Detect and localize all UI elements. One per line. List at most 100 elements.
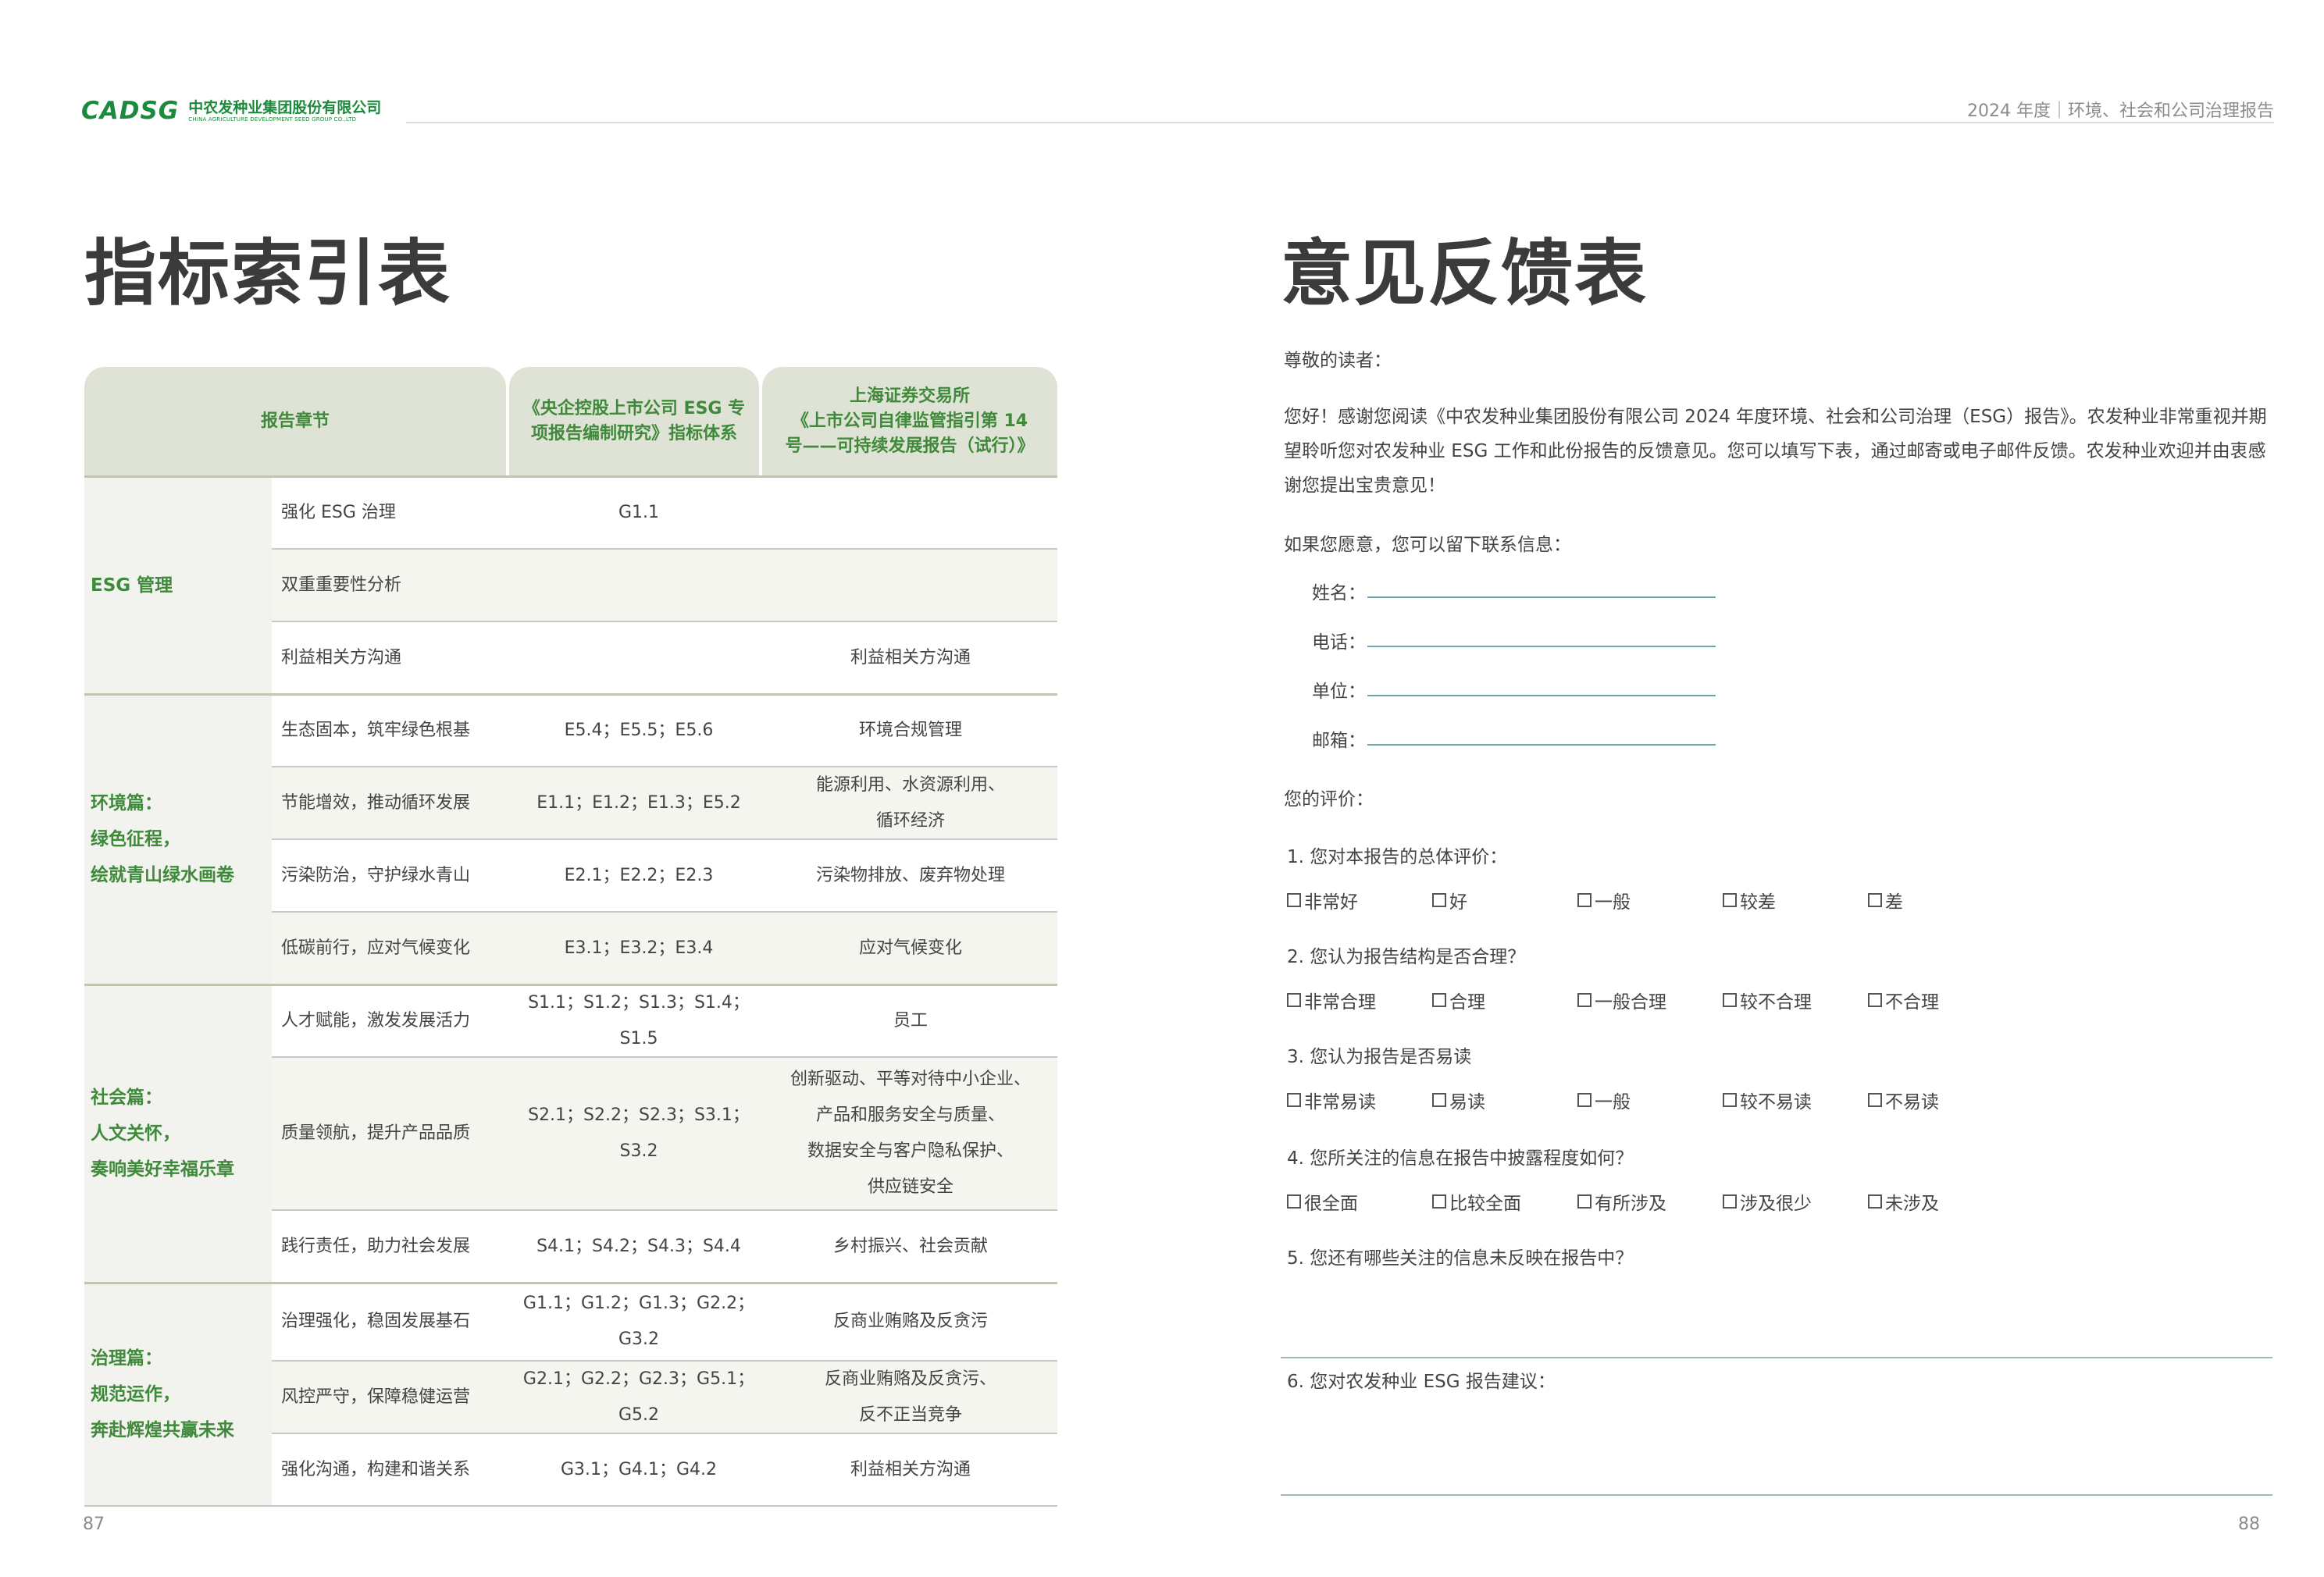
section-divider xyxy=(84,984,1057,986)
section-label-line: 奔赴辉煌共赢未来 xyxy=(91,1420,234,1440)
option-checkbox[interactable]: 不易读 xyxy=(1868,1087,1939,1113)
checkbox-icon[interactable] xyxy=(1723,893,1737,907)
cell-chapter: 强化沟通，构建和谐关系 xyxy=(281,1459,471,1479)
option-label: 好 xyxy=(1449,892,1467,913)
name-input-line[interactable] xyxy=(1367,596,1716,598)
question-6: 6. 您对农发种业 ESG 报告建议： xyxy=(1287,1372,1556,1392)
row-divider xyxy=(272,548,1057,550)
section-label-line: 奏响美好幸福乐章 xyxy=(91,1159,234,1180)
option-checkbox[interactable]: 合理 xyxy=(1432,987,1485,1013)
option-checkbox[interactable]: 一般 xyxy=(1577,1087,1631,1113)
option-checkbox[interactable]: 较差 xyxy=(1723,887,1776,913)
option-label: 差 xyxy=(1885,892,1903,913)
cell-sasac-index: G2.1；G2.2；G2.3；G5.1； G5.2 xyxy=(522,1369,755,1425)
checkbox-icon[interactable] xyxy=(1868,993,1882,1007)
name-field[interactable]: 姓名： xyxy=(1312,578,1716,604)
option-checkbox[interactable]: 好 xyxy=(1432,887,1467,913)
table-bottom-line xyxy=(84,1505,1057,1507)
checkbox-icon[interactable] xyxy=(1287,1194,1301,1209)
page-number: 87 xyxy=(83,1515,105,1534)
header-sse-guideline: 上海证券交易所 《上市公司自律监管指引第 14 号——可持续发展报告（试行）》 xyxy=(762,367,1057,476)
checkbox-icon[interactable] xyxy=(1868,893,1882,907)
option-label: 合理 xyxy=(1449,992,1485,1013)
logo-mark: CADSG xyxy=(81,97,180,125)
option-checkbox[interactable]: 有所涉及 xyxy=(1577,1188,1666,1215)
answer-line-q6[interactable] xyxy=(1281,1494,2272,1496)
cell-sasac-index: G3.1；G4.1；G4.2 xyxy=(560,1459,718,1479)
row-divider xyxy=(272,766,1057,767)
section-label: 环境篇： 绿色征程， 绘就青山绿水画卷 xyxy=(84,694,272,984)
row-divider xyxy=(272,621,1057,622)
page-number: 88 xyxy=(2238,1515,2260,1534)
section-label: 治理篇： 规范运作， 奔赴辉煌共赢未来 xyxy=(84,1283,272,1506)
company-field[interactable]: 单位： xyxy=(1312,676,1716,703)
header-divider xyxy=(406,122,2274,123)
option-checkbox[interactable]: 一般合理 xyxy=(1577,987,1666,1013)
checkbox-icon[interactable] xyxy=(1723,993,1737,1007)
section-label-line: 治理篇： xyxy=(91,1348,162,1369)
option-checkbox[interactable]: 很全面 xyxy=(1287,1188,1358,1215)
intro-paragraph: 您好！感谢您阅读《中农发种业集团股份有限公司 2024 年度环境、社会和公司治理… xyxy=(1284,407,2267,496)
option-label: 非常好 xyxy=(1304,892,1358,913)
phone-input-line[interactable] xyxy=(1367,646,1716,647)
option-checkbox[interactable]: 较不易读 xyxy=(1723,1087,1812,1113)
table-section: 治理篇： 规范运作， 奔赴辉煌共赢未来 治理强化，稳固发展基石 G1.1；G1.2；G1… xyxy=(84,1283,1057,1506)
table-row: 风控严守，保障稳健运营 G2.1；G2.2；G2.3；G5.1； G5.2 反商业贿… xyxy=(272,1361,1057,1433)
checkbox-icon[interactable] xyxy=(1287,993,1301,1007)
option-checkbox[interactable]: 不合理 xyxy=(1868,987,1939,1013)
report-running-title: 2024 年度｜环境、社会和公司治理报告 xyxy=(1967,101,2274,121)
option-label: 不易读 xyxy=(1885,1092,1939,1112)
checkbox-icon[interactable] xyxy=(1287,893,1301,907)
section-label: ESG 管理 xyxy=(84,476,272,694)
option-checkbox[interactable]: 比较全面 xyxy=(1432,1188,1521,1215)
option-checkbox[interactable]: 一般 xyxy=(1577,887,1631,913)
option-label: 不合理 xyxy=(1885,992,1939,1013)
row-divider xyxy=(272,1433,1057,1434)
checkbox-icon[interactable] xyxy=(1287,1093,1301,1107)
option-label: 未涉及 xyxy=(1885,1194,1939,1214)
table-row: 污染防治，守护绿水青山 E2.1；E2.2；E2.3 污染物排放、废弃物处理 xyxy=(272,839,1057,912)
checkbox-icon[interactable] xyxy=(1432,993,1446,1007)
checkbox-icon[interactable] xyxy=(1723,1093,1737,1107)
checkbox-icon[interactable] xyxy=(1432,1093,1446,1107)
cell-chapter: 质量领航，提升产品品质 xyxy=(281,1123,471,1143)
option-checkbox[interactable]: 未涉及 xyxy=(1868,1188,1939,1215)
evaluation-label: 您的评价： xyxy=(1284,789,1374,810)
cell-chapter: 污染防治，守护绿水青山 xyxy=(281,865,471,885)
option-checkbox[interactable]: 易读 xyxy=(1432,1087,1485,1113)
checkbox-icon[interactable] xyxy=(1577,1093,1592,1107)
checkbox-icon[interactable] xyxy=(1577,1194,1592,1209)
option-label: 涉及很少 xyxy=(1740,1194,1812,1214)
answer-line-q5[interactable] xyxy=(1281,1357,2272,1358)
option-checkbox[interactable]: 较不合理 xyxy=(1723,987,1812,1013)
option-checkbox[interactable]: 非常易读 xyxy=(1287,1087,1376,1113)
option-checkbox[interactable]: 非常好 xyxy=(1287,887,1358,913)
email-input-line[interactable] xyxy=(1367,744,1716,746)
cell-chapter: 利益相关方沟通 xyxy=(281,647,402,667)
section-label: 社会篇： 人文关怀， 奏响美好幸福乐章 xyxy=(84,984,272,1283)
email-field[interactable]: 邮箱： xyxy=(1312,725,1716,752)
checkbox-icon[interactable] xyxy=(1432,893,1446,907)
company-input-line[interactable] xyxy=(1367,695,1716,696)
checkbox-icon[interactable] xyxy=(1577,993,1592,1007)
phone-field[interactable]: 电话： xyxy=(1312,627,1716,653)
checkbox-icon[interactable] xyxy=(1432,1194,1446,1209)
company-label: 单位： xyxy=(1312,682,1366,702)
section-divider xyxy=(84,475,1057,478)
option-label: 非常合理 xyxy=(1304,992,1376,1013)
option-checkbox[interactable]: 非常合理 xyxy=(1287,987,1376,1013)
checkbox-icon[interactable] xyxy=(1723,1194,1737,1209)
cell-sse-index: 乡村振兴、社会贡献 xyxy=(832,1236,988,1256)
checkbox-icon[interactable] xyxy=(1868,1194,1882,1209)
index-table: 报告章节 《央企控股上市公司 ESG 专 项报告编制研究》指标体系 上海证券交易… xyxy=(84,367,1057,1507)
cell-sasac-index: S1.1；S1.2；S1.3；S1.4； S1.5 xyxy=(528,992,750,1048)
cell-sse-index: 能源利用、水资源利用、 循环经济 xyxy=(815,774,1005,831)
option-checkbox[interactable]: 涉及很少 xyxy=(1723,1188,1812,1215)
checkbox-icon[interactable] xyxy=(1577,893,1592,907)
header-sse-line: 上海证券交易所 xyxy=(849,386,970,406)
option-checkbox[interactable]: 差 xyxy=(1868,887,1903,913)
section-divider xyxy=(84,693,1057,696)
row-divider xyxy=(272,911,1057,913)
option-label: 一般合理 xyxy=(1595,992,1666,1013)
checkbox-icon[interactable] xyxy=(1868,1093,1882,1107)
